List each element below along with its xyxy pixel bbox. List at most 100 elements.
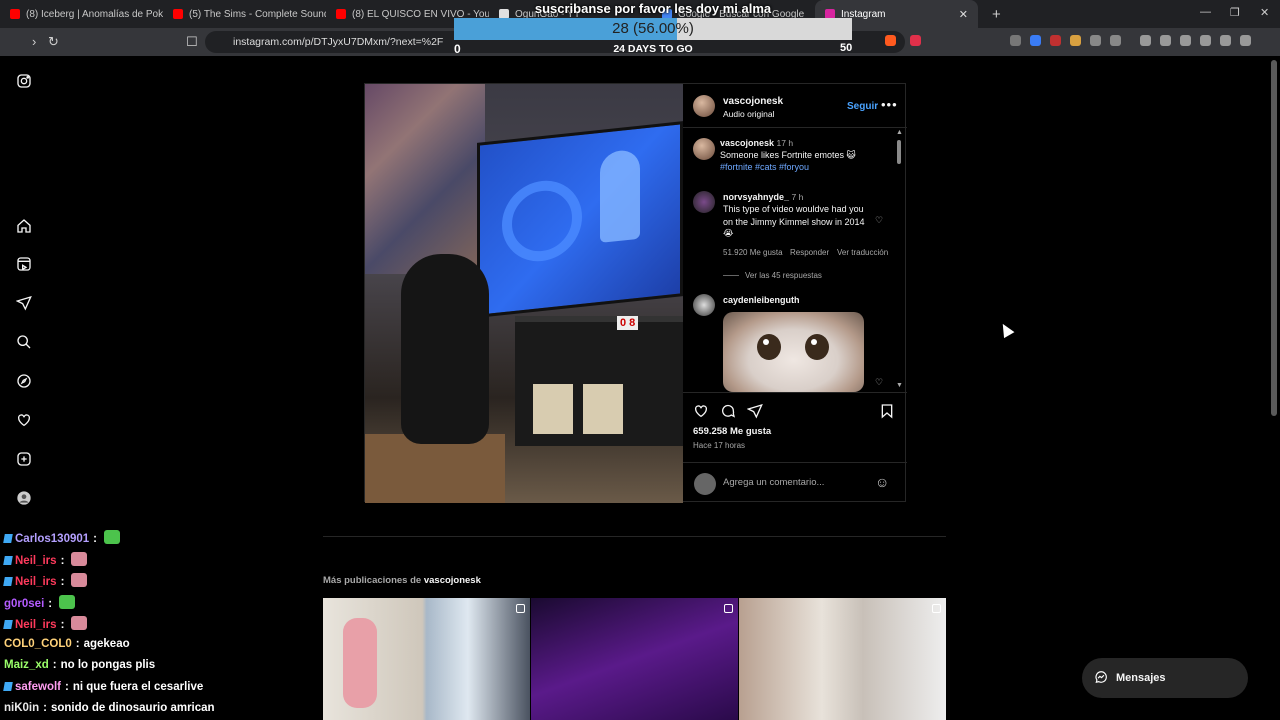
reload-icon[interactable]: ↻ xyxy=(48,34,59,50)
carousel-icon xyxy=(932,604,941,613)
scroll-down-arrow[interactable]: ▼ xyxy=(896,382,903,389)
comment-like-icon[interactable]: ♡ xyxy=(875,377,883,388)
comment-text: This type of video wouldve had you on th… xyxy=(723,204,865,227)
download-icon[interactable] xyxy=(1140,35,1151,46)
puzzle-icon[interactable] xyxy=(1090,35,1101,46)
messages-label: Mensajes xyxy=(1116,672,1166,684)
heart-icon[interactable] xyxy=(16,412,32,428)
video-scene-cat xyxy=(401,254,489,444)
sidebar-icon[interactable] xyxy=(1180,35,1191,46)
author-avatar[interactable] xyxy=(693,95,715,117)
chat-username[interactable]: Neil_irs xyxy=(15,619,57,631)
chat-username[interactable]: niK0in xyxy=(4,702,39,714)
chat-message: Neil_irs: xyxy=(3,616,88,631)
more-post-thumbnail[interactable] xyxy=(531,598,738,720)
messages-button[interactable]: Mensajes xyxy=(1082,658,1248,698)
page-scrollbar[interactable] xyxy=(1271,60,1277,416)
brave-shield-icon[interactable] xyxy=(885,35,896,46)
new-tab-button[interactable]: + xyxy=(992,6,1001,23)
add-comment-bar: Agrega un comentario... ☺ xyxy=(683,462,907,503)
extension-icon[interactable] xyxy=(1110,35,1121,46)
carousel-icon xyxy=(724,604,733,613)
scroll-up-arrow[interactable]: ▲ xyxy=(896,129,903,136)
bookmark-icon[interactable]: ☐ xyxy=(186,34,198,50)
more-posts-prefix: Más publicaciones de xyxy=(323,575,422,586)
chat-username[interactable]: Maiz_xd xyxy=(4,659,49,671)
minimize-button[interactable]: — xyxy=(1200,6,1211,18)
tv-emote-wheel xyxy=(502,176,582,266)
like-icon[interactable] xyxy=(693,403,709,419)
likes-count[interactable]: 659.258 Me gusta xyxy=(693,426,771,437)
audio-label[interactable]: Audio original xyxy=(723,109,775,119)
rewards-icon[interactable] xyxy=(910,35,921,46)
home-icon[interactable] xyxy=(16,218,32,234)
browser-tab[interactable]: (8) Iceberg | Anomalías de Pokémon xyxy=(0,0,163,28)
thumb-person xyxy=(343,618,377,708)
chat-username[interactable]: Carlos130901 xyxy=(15,533,89,545)
follow-button[interactable]: Seguir xyxy=(847,101,878,112)
comment-username[interactable]: norvsyahnyde_ xyxy=(723,192,789,202)
chat-username[interactable]: Neil_irs xyxy=(15,576,57,588)
translate-icon[interactable] xyxy=(1010,35,1021,46)
comment-username[interactable]: caydenleibenguth xyxy=(723,295,800,305)
more-posts-user[interactable]: vascojonesk xyxy=(424,575,481,586)
view-replies-button[interactable]: Ver las 45 respuestas xyxy=(745,271,822,280)
save-icon[interactable] xyxy=(879,403,895,419)
chat-badge-icon xyxy=(3,681,13,691)
post-video[interactable]: 0 8 xyxy=(365,84,683,503)
author-username[interactable]: vascojonesk xyxy=(723,96,783,107)
tv-character xyxy=(600,148,640,243)
comments-scrollbar[interactable] xyxy=(897,140,901,164)
extension-icon[interactable] xyxy=(1050,35,1061,46)
more-post-thumbnail[interactable] xyxy=(739,598,946,720)
caption-tags[interactable]: #fortnite #cats #foryou xyxy=(720,161,809,174)
comment-image[interactable] xyxy=(723,312,864,392)
translate-button[interactable]: Ver traducción xyxy=(837,248,888,257)
reels-icon[interactable] xyxy=(16,256,32,272)
comment-time: 7 h xyxy=(791,192,804,202)
caption-avatar[interactable] xyxy=(693,138,715,160)
maximize-button[interactable]: ❐ xyxy=(1230,6,1240,19)
chat-message: Maiz_xd: no lo pongas plis xyxy=(4,659,155,671)
close-window-button[interactable]: ✕ xyxy=(1260,6,1269,19)
leo-icon[interactable] xyxy=(1220,35,1231,46)
chat-username[interactable]: COL0_COL0 xyxy=(4,638,72,650)
comment-input[interactable]: Agrega un comentario... xyxy=(723,477,824,488)
more-options-icon[interactable]: ••• xyxy=(881,97,898,112)
reply-button[interactable]: Responder xyxy=(790,248,829,257)
chat-message: safewolf: ni que fuera el cesarlive xyxy=(3,681,203,693)
tab-favicon-icon xyxy=(10,9,20,19)
create-icon[interactable] xyxy=(16,451,32,467)
chat-badge-icon xyxy=(3,620,13,629)
video-scene-cube xyxy=(533,384,573,434)
extension-icon[interactable] xyxy=(1030,35,1041,46)
chat-username[interactable]: g0r0sei xyxy=(4,598,44,610)
comment-emoji: 😭 xyxy=(723,228,734,238)
chat-separator: : xyxy=(75,637,80,650)
instagram-icon[interactable] xyxy=(16,73,32,89)
chat-username[interactable]: Neil_irs xyxy=(15,555,57,567)
explore-icon[interactable] xyxy=(16,373,32,389)
search-icon[interactable] xyxy=(16,334,32,350)
emoji-icon[interactable]: ☺ xyxy=(875,474,889,490)
instagram-sidebar xyxy=(0,56,48,530)
extension-icon[interactable] xyxy=(1070,35,1081,46)
more-post-thumbnail[interactable] xyxy=(323,598,530,720)
comment-avatar[interactable] xyxy=(693,191,715,213)
share-icon[interactable] xyxy=(746,403,763,419)
music-icon[interactable] xyxy=(1160,35,1171,46)
chat-username[interactable]: safewolf xyxy=(15,681,61,693)
menu-icon[interactable] xyxy=(1240,35,1251,46)
comment-likes[interactable]: 51.920 Me gusta xyxy=(723,248,783,257)
close-tab-icon[interactable]: ✕ xyxy=(959,8,968,21)
comment-avatar[interactable] xyxy=(693,294,715,316)
browser-tab[interactable]: (5) The Sims - Complete Soundtrack xyxy=(163,0,326,28)
chat-separator: : xyxy=(60,554,65,567)
send-icon[interactable] xyxy=(15,295,32,311)
caption-username[interactable]: vascojonesk xyxy=(720,138,774,148)
forward-icon[interactable]: › xyxy=(32,34,36,49)
profile-icon[interactable] xyxy=(16,490,32,506)
wallet-icon[interactable] xyxy=(1200,35,1211,46)
comment-icon[interactable] xyxy=(720,403,736,419)
comment-like-icon[interactable]: ♡ xyxy=(875,215,883,226)
